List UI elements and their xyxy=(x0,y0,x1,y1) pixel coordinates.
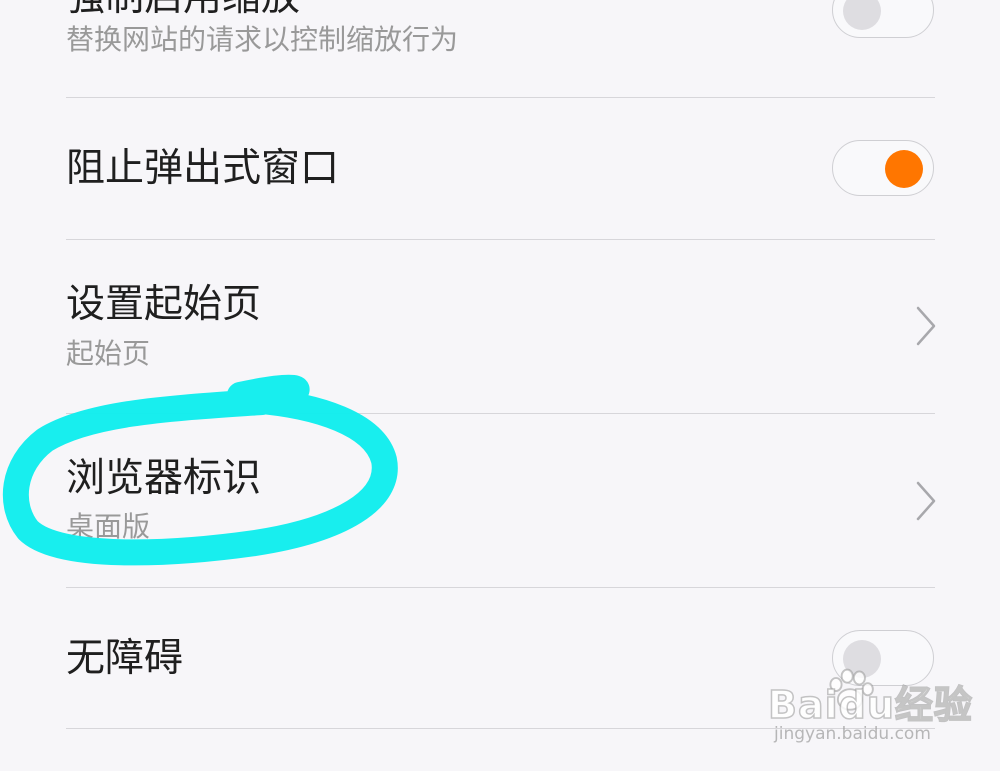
force-zoom-toggle[interactable] xyxy=(832,0,934,38)
settings-item-user-agent[interactable]: 浏览器标识 桌面版 xyxy=(0,414,1000,587)
settings-item-title: 浏览器标识 xyxy=(66,456,262,501)
toggle-knob xyxy=(843,0,881,30)
settings-item-title: 无障碍 xyxy=(66,636,184,681)
toggle-knob xyxy=(843,640,881,678)
settings-item-start-page[interactable]: 设置起始页 起始页 xyxy=(0,240,1000,413)
settings-item-accessibility[interactable]: 无障碍 xyxy=(0,588,1000,728)
accessibility-toggle[interactable] xyxy=(832,630,934,686)
chevron-right-icon xyxy=(916,306,936,346)
browser-settings-screen: 强制启用缩放 替换网站的请求以控制缩放行为 阻止弹出式窗口 设置起始页 起始页 … xyxy=(0,0,1000,771)
toggle-knob xyxy=(885,150,923,188)
chevron-right-icon xyxy=(916,481,936,521)
settings-item-subtitle: 桌面版 xyxy=(66,510,151,543)
block-popups-toggle[interactable] xyxy=(832,140,934,196)
settings-item-block-popups[interactable]: 阻止弹出式窗口 xyxy=(0,98,1000,239)
divider xyxy=(66,728,935,729)
settings-item-subtitle: 替换网站的请求以控制缩放行为 xyxy=(66,23,459,56)
settings-item-title: 设置起始页 xyxy=(66,282,262,327)
settings-item-force-zoom[interactable]: 强制启用缩放 替换网站的请求以控制缩放行为 xyxy=(0,0,1000,98)
settings-item-title: 强制启用缩放 xyxy=(66,0,300,21)
settings-item-subtitle: 起始页 xyxy=(66,337,151,370)
settings-item-title: 阻止弹出式窗口 xyxy=(66,146,340,191)
